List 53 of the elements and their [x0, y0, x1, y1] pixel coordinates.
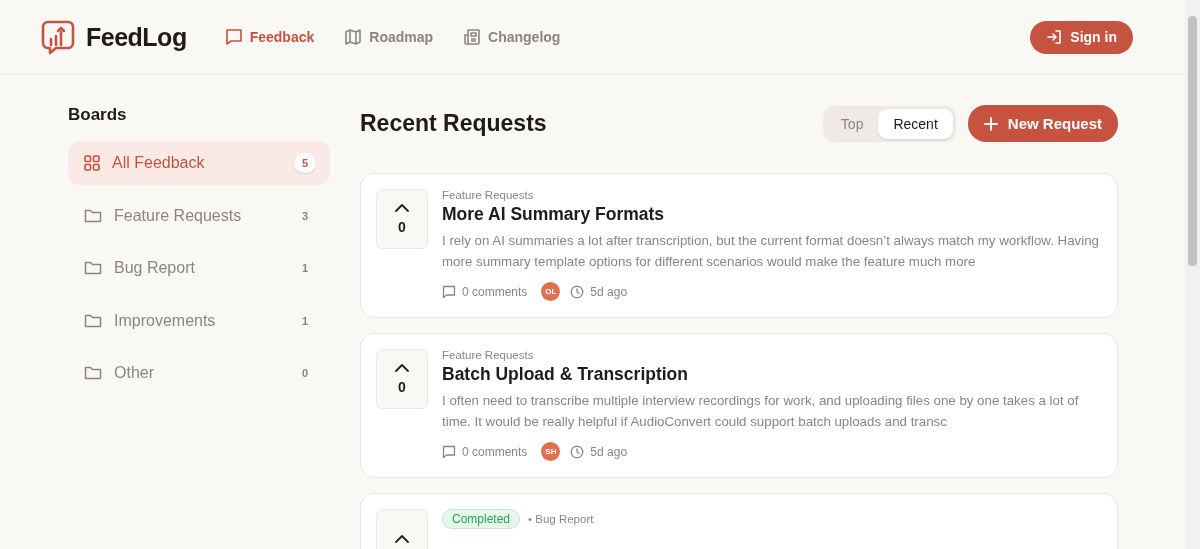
- folder-icon: [84, 207, 102, 224]
- sign-in-button[interactable]: Sign in: [1030, 20, 1133, 54]
- page-title: Recent Requests: [360, 110, 548, 137]
- request-description: I rely on AI summaries a lot after transcription, but the current format doesn’t always match my workflow. Having more summary template options for different scenarios would make the feature much more: [442, 232, 1100, 271]
- request-card[interactable]: [360, 173, 1118, 318]
- logo-icon: [40, 19, 76, 55]
- folder-icon: [84, 260, 102, 276]
- sidebar-title: Boards: [68, 105, 128, 125]
- sign-in-icon: [1046, 29, 1063, 45]
- board-item[interactable]: Feature Requests 3: [68, 193, 330, 238]
- avatar: OL: [541, 282, 561, 301]
- request-description: I often need to transcribe multiple interview recordings for work, and uploading files one by one takes a lot of time. It would be really helpful if AudioConvert could support batch uploads and transc: [442, 392, 1080, 431]
- chevron-up-icon: [394, 534, 410, 544]
- timestamp: 5d ago: [570, 284, 628, 299]
- folder-icon: [84, 365, 102, 381]
- request-title: Batch Upload & Transcription: [442, 364, 689, 385]
- board-item[interactable]: All Feedback 5: [68, 141, 330, 185]
- plus-icon: [983, 116, 998, 131]
- comment-icon: [442, 284, 456, 299]
- board-label: • Bug Report: [528, 513, 594, 525]
- new-request-button[interactable]: New Request: [967, 105, 1118, 142]
- grid-icon: [84, 155, 100, 171]
- upvote-button[interactable]: 0: [376, 189, 428, 249]
- nav-link[interactable]: Roadmap: [344, 28, 434, 46]
- comment-count[interactable]: 0 comments: [442, 444, 528, 459]
- request-card[interactable]: Completed • Bug Report: [360, 493, 1118, 549]
- chevron-up-icon: [394, 203, 410, 213]
- board-item[interactable]: Bug Report 1: [68, 246, 330, 290]
- folder-icon: [84, 312, 102, 329]
- comment-count[interactable]: 0 comments: [442, 284, 528, 299]
- sort-tab[interactable]: Recent: [878, 108, 953, 139]
- clock-icon: [570, 444, 585, 459]
- clock-icon: [570, 284, 585, 299]
- comment-icon: [442, 444, 456, 459]
- request-card[interactable]: [360, 333, 1118, 478]
- upvote-button[interactable]: 0: [376, 349, 428, 409]
- status-badge: Completed: [442, 509, 521, 529]
- avatar: SH: [541, 442, 561, 461]
- nav-link[interactable]: Changelog: [463, 28, 561, 46]
- nav-link[interactable]: Feedback: [224, 28, 315, 46]
- map-icon: [344, 28, 363, 46]
- chat-icon: [224, 28, 243, 46]
- board-item[interactable]: Improvements 1: [68, 298, 330, 343]
- scrollbar[interactable]: [1185, 0, 1200, 549]
- chevron-up-icon: [394, 363, 410, 373]
- timestamp: 5d ago: [570, 444, 628, 459]
- brand-name: FeedLog: [86, 22, 187, 52]
- request-title: More AI Summary Formats: [442, 204, 666, 225]
- sort-tab[interactable]: Top: [825, 108, 879, 139]
- board-label: Feature Requests: [442, 349, 534, 361]
- newspaper-icon: [463, 28, 482, 46]
- board-item[interactable]: Other 0: [68, 351, 330, 395]
- board-label: Feature Requests: [442, 189, 534, 201]
